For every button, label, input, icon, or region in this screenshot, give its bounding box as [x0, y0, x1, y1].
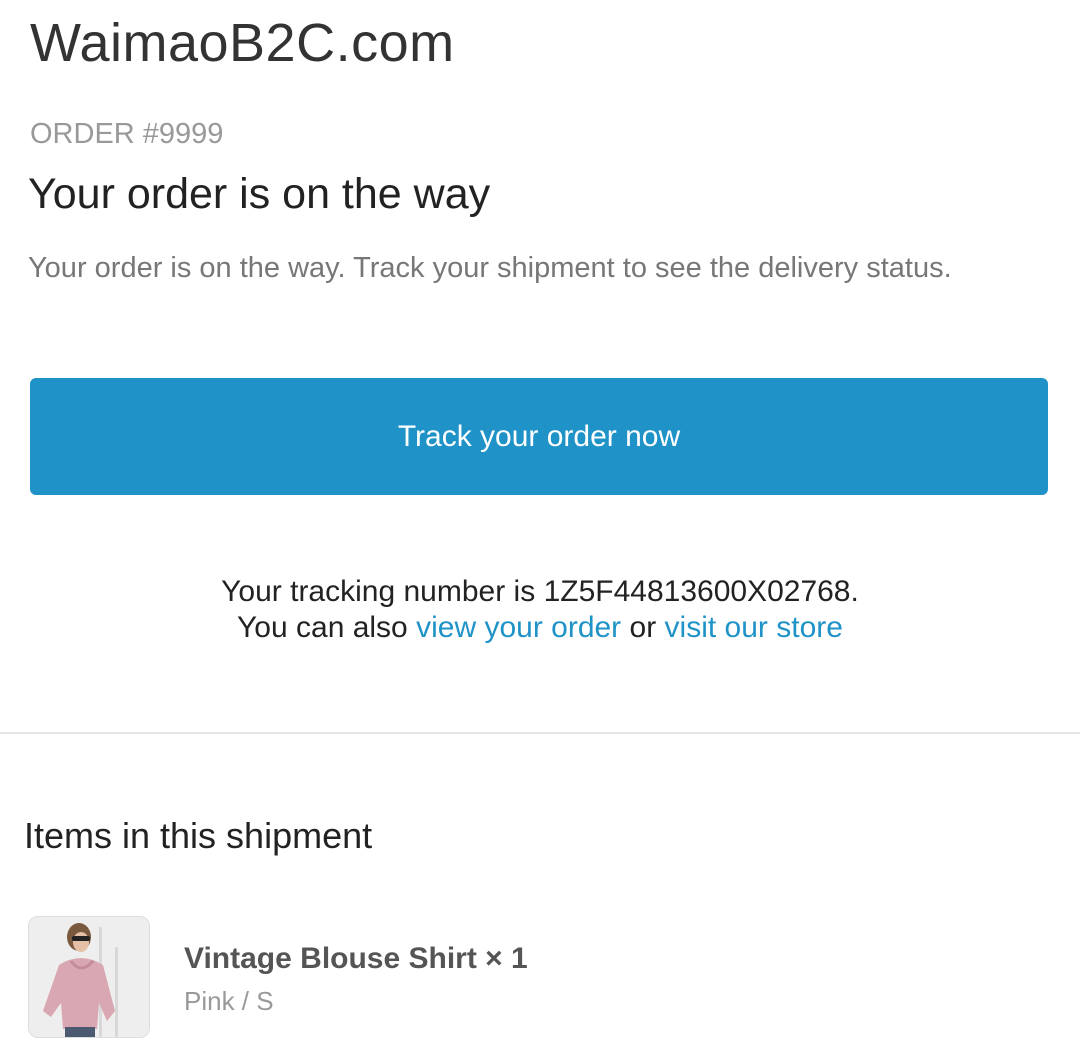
tracking-number: 1Z5F44813600X02768 [543, 575, 851, 608]
shipment-section-title: Items in this shipment [24, 815, 373, 856]
order-number: ORDER #9999 [30, 118, 224, 150]
item-title[interactable]: Vintage Blouse Shirt × 1 [184, 942, 528, 976]
tracking-links-line: You can also view your order or visit ou… [0, 610, 1080, 646]
product-image[interactable] [28, 916, 150, 1038]
section-divider [0, 732, 1080, 734]
product-photo-icon [29, 917, 149, 1037]
tracking-info: Your tracking number is 1Z5F44813600X027… [0, 574, 1080, 646]
order-description: Your order is on the way. Track your shi… [28, 252, 952, 284]
visit-store-link[interactable]: visit our store [665, 611, 843, 644]
tracking-number-line: Your tracking number is 1Z5F44813600X027… [0, 574, 1080, 610]
track-order-button-label: Track your order now [397, 419, 681, 453]
item-variant: Pink / S [184, 986, 274, 1016]
page-title: Your order is on the way [28, 170, 491, 218]
links-conjunction: or [629, 611, 657, 644]
track-order-button[interactable]: Track your order now [30, 378, 1048, 495]
shipment-item: Vintage Blouse Shirt × 1 Pink / S [28, 916, 1048, 1038]
order-email: WaimaoB2C.com ORDER #9999 Your order is … [0, 0, 1080, 1041]
shop-name[interactable]: WaimaoB2C.com [30, 12, 455, 74]
links-prefix: You can also [237, 611, 408, 644]
tracking-suffix: . [850, 575, 859, 608]
view-order-link[interactable]: view your order [416, 611, 621, 644]
tracking-prefix: Your tracking number is [221, 575, 536, 608]
